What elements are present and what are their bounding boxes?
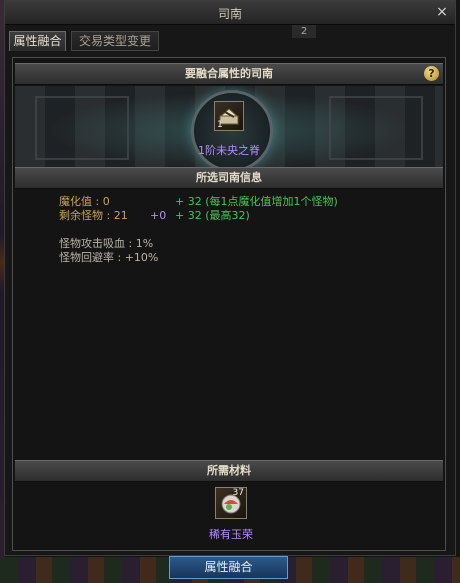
compass-display-art: 1 1阶未央之脊: [15, 86, 443, 167]
help-icon[interactable]: ?: [424, 66, 439, 81]
remaining-monsters: 剩余怪物 : 21: [59, 209, 128, 222]
compass-item-slot[interactable]: 1: [214, 101, 244, 131]
decorative-frame-right: [329, 96, 423, 160]
section-header-materials: 所需材料: [15, 460, 443, 482]
window-title: 司南: [217, 7, 242, 21]
remaining-monsters-plus: +0: [150, 209, 167, 222]
compass-item-name: 1阶未央之脊: [198, 144, 260, 157]
decorative-frame-left: [35, 96, 129, 160]
monster-evasion: 怪物回避率 : +10%: [59, 251, 159, 264]
tab-trade-type-change[interactable]: 交易类型变更: [71, 31, 159, 51]
attribute-fusion-button[interactable]: 属性融合: [169, 556, 288, 579]
section-title-compass-info: 所选司南信息: [196, 171, 262, 184]
material-item-name: 稀有玉荣: [209, 528, 253, 541]
main-panel: 要融合属性的司南 ? 1 1阶未央之脊 所选司南信息 魔化值 : 0 + 32 …: [12, 57, 446, 551]
close-icon[interactable]: ×: [433, 3, 451, 21]
section-title-fuse-target: 要融合属性的司南: [185, 67, 273, 80]
remaining-monsters-bonus: + 32 (最高32): [175, 209, 250, 222]
section-header-fuse-target: 要融合属性的司南 ?: [15, 63, 443, 85]
demonize-bonus: + 32 (每1点魔化值增加1个怪物): [175, 195, 338, 208]
window-titlebar[interactable]: 司南 ×: [5, 1, 455, 25]
demonize-value: 魔化值 : 0: [59, 195, 110, 208]
section-header-compass-info: 所选司南信息: [15, 167, 443, 189]
monster-lifesteal: 怪物攻击吸血 : 1%: [59, 237, 154, 250]
material-count: 37: [232, 488, 244, 498]
compass-level-badge: 1: [217, 120, 223, 130]
compass-window: 司南 × 2 属性融合 交易类型变更 要融合属性的司南 ? 1 1阶未央之脊 所…: [4, 0, 456, 556]
material-item-slot[interactable]: 37: [215, 487, 247, 519]
tab-attribute-fusion[interactable]: 属性融合: [9, 31, 66, 51]
mini-counter: 2: [292, 25, 316, 38]
section-title-materials: 所需材料: [207, 464, 251, 477]
